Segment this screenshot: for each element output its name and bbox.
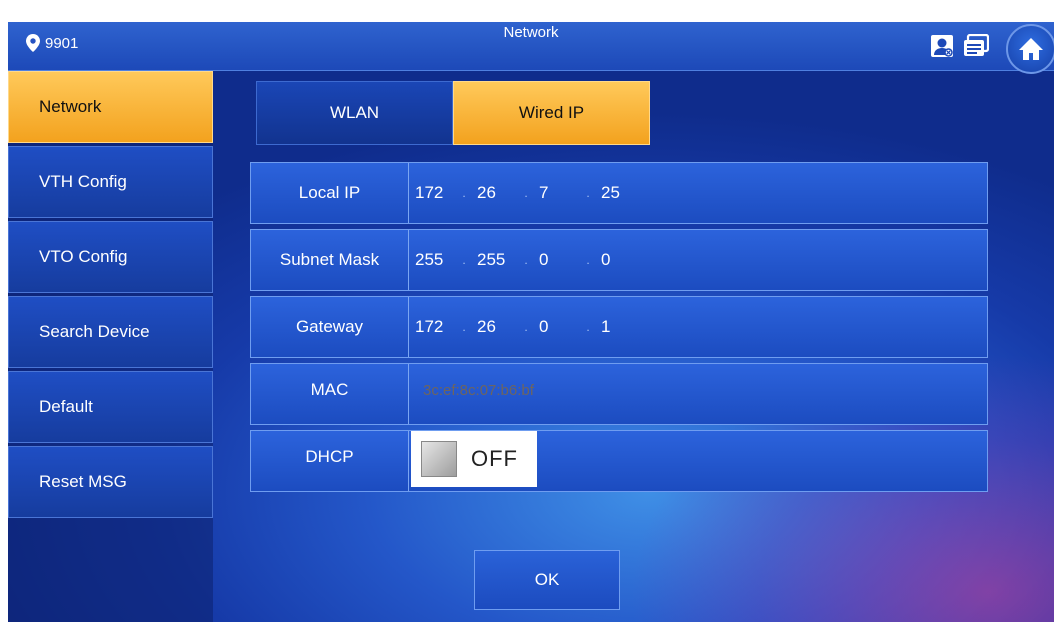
ip-octet[interactable]: 26 (473, 317, 517, 337)
ip-octet[interactable]: 1 (597, 317, 641, 337)
page-title: Network (503, 24, 559, 41)
ip-separator: . (462, 253, 466, 267)
ip-octet[interactable]: 7 (535, 183, 579, 203)
ip-octet[interactable]: 172 (411, 183, 455, 203)
subnet-mask-row: Subnet Mask 255. 255. 0. 0 (250, 229, 988, 291)
subnet-mask-field[interactable]: 255. 255. 0. 0 (411, 230, 641, 290)
toggle-knob[interactable] (421, 441, 457, 477)
gateway-field[interactable]: 172. 26. 0. 1 (411, 297, 641, 357)
ip-octet[interactable]: 255 (473, 250, 517, 270)
ip-separator: . (524, 253, 528, 267)
home-icon (1019, 38, 1043, 60)
tab-wired-ip[interactable]: Wired IP (453, 81, 650, 145)
ip-octet[interactable]: 172 (411, 317, 455, 337)
app-window: 9901 Network Network VTH Config VTO Conf… (8, 22, 1054, 622)
ip-octet[interactable]: 25 (597, 183, 641, 203)
gateway-label: Gateway (251, 297, 409, 357)
tab-label: Wired IP (518, 103, 585, 122)
message-icon[interactable] (963, 34, 989, 58)
mac-value: 3c:ef:8c:07:b6:bf (423, 382, 534, 399)
dhcp-toggle[interactable]: OFF (411, 431, 537, 487)
ip-separator: . (586, 186, 590, 200)
ip-separator: . (524, 186, 528, 200)
ip-separator: . (586, 320, 590, 334)
sidebar-item-vto-config[interactable]: VTO Config (8, 221, 213, 293)
gateway-row: Gateway 172. 26. 0. 1 (250, 296, 988, 358)
subnet-mask-label: Subnet Mask (251, 230, 409, 290)
local-ip-label: Local IP (251, 163, 409, 223)
tab-label: WLAN (329, 103, 380, 122)
mac-row: MAC 3c:ef:8c:07:b6:bf (250, 363, 988, 425)
sidebar-item-label: VTH Config (39, 172, 127, 191)
sidebar-item-search-device[interactable]: Search Device (8, 296, 213, 368)
local-ip-row: Local IP 172. 26. 7. 25 (250, 162, 988, 224)
sidebar: Network VTH Config VTO Config Search Dev… (8, 71, 213, 622)
sidebar-item-default[interactable]: Default (8, 371, 213, 443)
sidebar-item-label: Reset MSG (39, 472, 127, 491)
ip-octet[interactable]: 0 (535, 317, 579, 337)
ip-octet[interactable]: 255 (411, 250, 455, 270)
ip-separator: . (462, 320, 466, 334)
toggle-state: OFF (471, 446, 518, 471)
ip-octet[interactable]: 0 (597, 250, 641, 270)
dhcp-row: DHCP OFF (250, 430, 988, 492)
mac-label: MAC (251, 364, 409, 424)
tab-wlan[interactable]: WLAN (256, 81, 453, 145)
sidebar-item-label: Default (39, 397, 93, 416)
network-tabs: WLAN Wired IP (256, 81, 650, 145)
local-ip-field[interactable]: 172. 26. 7. 25 (411, 163, 641, 223)
sidebar-item-reset-msg[interactable]: Reset MSG (8, 446, 213, 518)
sidebar-item-label: VTO Config (39, 247, 128, 266)
ip-separator: . (524, 320, 528, 334)
sidebar-item-vth-config[interactable]: VTH Config (8, 146, 213, 218)
ip-octet[interactable]: 26 (473, 183, 517, 203)
dhcp-label: DHCP (251, 431, 409, 491)
ok-button-label: OK (534, 570, 560, 589)
ok-button[interactable]: OK (474, 550, 620, 610)
sidebar-item-label: Search Device (39, 322, 150, 341)
sidebar-item-network[interactable]: Network (8, 71, 213, 143)
top-bar: 9901 Network (8, 22, 1054, 74)
ip-octet[interactable]: 0 (535, 250, 579, 270)
contact-card-icon[interactable] (930, 34, 954, 58)
ip-separator: . (586, 253, 590, 267)
ip-separator: . (462, 186, 466, 200)
home-button[interactable] (1006, 24, 1054, 74)
sidebar-item-label: Network (39, 97, 102, 116)
